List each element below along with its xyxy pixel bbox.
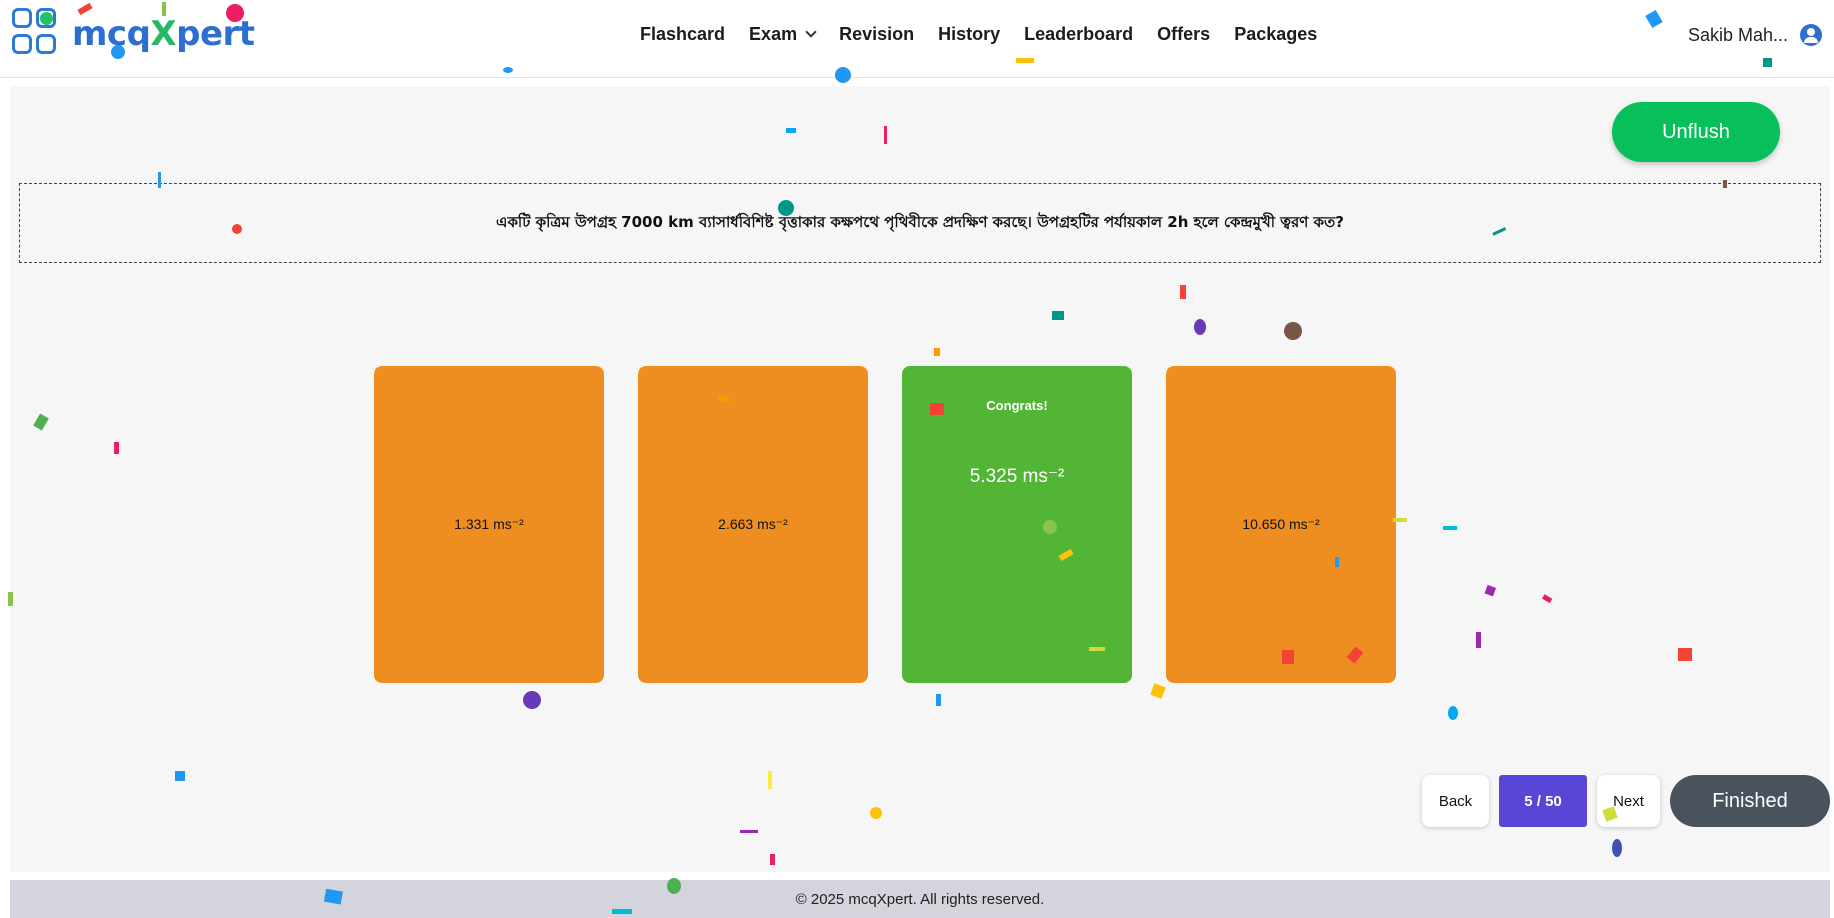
- option-card-1[interactable]: 1.331 ms⁻²: [374, 366, 604, 683]
- footer-copyright: © 2025 mcqXpert. All rights reserved.: [795, 890, 1045, 908]
- logo-text: mcqXpert: [72, 14, 255, 54]
- nav-revision[interactable]: Revision: [839, 24, 914, 45]
- option-value: 10.650 ms⁻²: [1242, 516, 1320, 532]
- logo[interactable]: mcqXpert: [12, 6, 255, 62]
- nav-offers[interactable]: Offers: [1157, 24, 1210, 45]
- question-box: একটি কৃত্রিম উপগ্রহ 7000 km ব্যাসার্ধবিশ…: [19, 183, 1821, 263]
- footer: © 2025 mcqXpert. All rights reserved.: [10, 880, 1830, 918]
- nav-flashcard[interactable]: Flashcard: [640, 24, 725, 45]
- nav-exam[interactable]: Exam: [749, 24, 817, 45]
- nav-history[interactable]: History: [938, 24, 1000, 45]
- main-nav: Flashcard Exam Revision History Leaderbo…: [640, 24, 1341, 45]
- next-button[interactable]: Next: [1597, 775, 1660, 827]
- nav-packages[interactable]: Packages: [1234, 24, 1317, 45]
- option-value: 5.325 ms⁻²: [969, 466, 1065, 487]
- nav-leaderboard[interactable]: Leaderboard: [1024, 24, 1133, 45]
- congrats-message: Congrats!: [986, 398, 1048, 413]
- option-value: 1.331 ms⁻²: [454, 516, 524, 532]
- question-text: একটি কৃত্রিম উপগ্রহ 7000 km ব্যাসার্ধবিশ…: [496, 212, 1344, 231]
- finished-button[interactable]: Finished: [1670, 775, 1830, 827]
- top-header: mcqXpert Flashcard Exam Revision History…: [0, 0, 1834, 78]
- chevron-down-icon: [805, 26, 817, 38]
- user-menu[interactable]: Sakib Mah...: [1688, 24, 1822, 46]
- logo-mark-icon: [12, 8, 64, 60]
- user-name: Sakib Mah...: [1687, 24, 1788, 45]
- option-card-3-correct[interactable]: Congrats! 5.325 ms⁻²: [902, 366, 1132, 683]
- option-card-4[interactable]: 10.650 ms⁻²: [1166, 366, 1396, 683]
- back-button[interactable]: Back: [1422, 775, 1489, 827]
- option-card-2[interactable]: 2.663 ms⁻²: [638, 366, 868, 683]
- page-indicator: 5 / 50: [1499, 775, 1587, 827]
- option-value: 2.663 ms⁻²: [718, 516, 788, 532]
- unflush-button[interactable]: Unflush: [1612, 102, 1780, 162]
- user-circle-icon[interactable]: [1800, 24, 1822, 46]
